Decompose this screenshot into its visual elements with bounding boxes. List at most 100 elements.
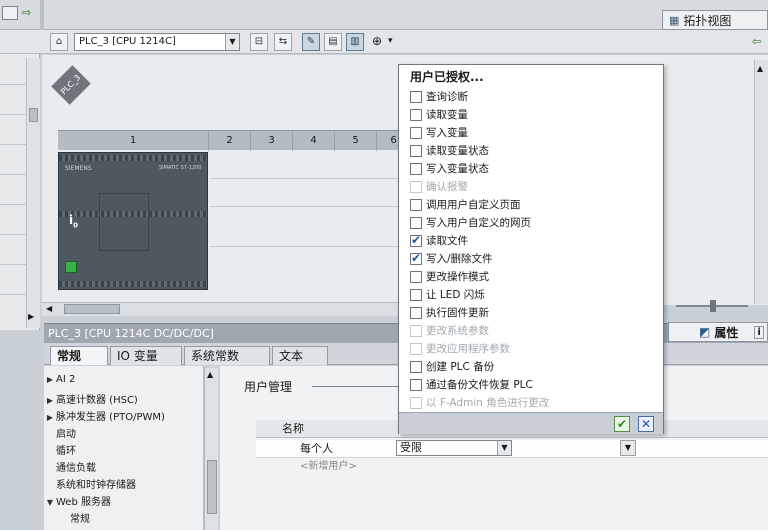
checkbox-checked[interactable] — [410, 251, 422, 265]
chevron-down-icon[interactable]: ▼ — [225, 34, 239, 50]
cpu-module[interactable]: SIEMENS SIMATIC S7-1200 i0 — [58, 152, 208, 290]
zoom-icon[interactable]: ⊕ — [372, 34, 382, 48]
tab-topology-view[interactable]: ▦ 拓扑视图 — [662, 10, 768, 30]
checkbox[interactable] — [410, 306, 422, 319]
user-name[interactable]: 每个人 — [300, 440, 333, 458]
zoom-knob[interactable] — [710, 300, 716, 312]
network-icon[interactable]: ⊟ — [250, 33, 268, 51]
permission-option[interactable]: 写入/删除文件 — [410, 250, 493, 267]
nav-tree-scrollbar[interactable]: ▲ — [204, 368, 218, 530]
device-selector-value: PLC_3 [CPU 1214C] — [79, 36, 176, 47]
scroll-up-icon[interactable]: ▲ — [757, 64, 763, 73]
properties-label: 属性 — [714, 325, 739, 340]
checkbox[interactable] — [410, 288, 422, 301]
table-row[interactable]: <新增用户> — [256, 458, 768, 476]
expand-arrow-icon[interactable]: ▶ — [44, 396, 56, 405]
scroll-thumb[interactable] — [29, 108, 38, 122]
permission-option[interactable]: 查询诊断 — [410, 88, 468, 105]
zoom-slider[interactable] — [670, 300, 754, 312]
scroll-right-icon[interactable]: ▶ — [28, 312, 34, 321]
checkbox[interactable] — [410, 162, 422, 175]
topology-icon: ▦ — [669, 13, 680, 27]
checkbox[interactable] — [410, 378, 422, 391]
scroll-thumb[interactable] — [207, 460, 217, 514]
nav-item[interactable]: 启动 — [44, 425, 76, 440]
sync-icon[interactable]: ⇆ — [274, 33, 292, 51]
column-header-name: 名称 — [282, 422, 304, 435]
checkbox-checked[interactable] — [410, 233, 422, 247]
rack-rail — [210, 206, 400, 207]
checkbox[interactable] — [410, 198, 422, 211]
nav-item[interactable]: ▶ 高速计数器 (HSC) — [44, 391, 138, 406]
permission-option[interactable]: 写入用户自定义的网页 — [410, 214, 531, 231]
nav-item[interactable]: ▶ AI 2 — [44, 374, 75, 385]
permission-option[interactable]: 读取变量 — [410, 106, 468, 123]
nav-item[interactable]: 循环 — [44, 442, 76, 457]
tab-properties[interactable]: ◩ 属性 i — [668, 322, 768, 342]
permission-option[interactable]: 写入变量 — [410, 124, 468, 141]
collapse-icon[interactable]: ⇦ — [752, 35, 761, 48]
cpu-cover — [99, 193, 149, 251]
permission-option: 以 F-Admin 角色进行更改 — [410, 394, 549, 411]
permission-option[interactable]: 更改操作模式 — [410, 268, 489, 285]
nav-item-web-server[interactable]: ▼ Web 服务器 — [44, 493, 111, 508]
nav-item[interactable]: 常规 — [58, 510, 90, 525]
tab-io-tags[interactable]: IO 变量 — [110, 346, 182, 365]
checkbox[interactable] — [410, 126, 422, 139]
scroll-thumb[interactable] — [64, 304, 120, 314]
tab-texts[interactable]: 文本 — [272, 346, 328, 365]
terminal-strip — [59, 155, 207, 161]
checkbox[interactable] — [410, 108, 422, 121]
export-icon[interactable]: ⇨ — [22, 6, 36, 20]
slot-number: 2 — [208, 131, 250, 151]
canvas-vertical-scrollbar[interactable]: ▲ — [754, 60, 768, 304]
scroll-up-icon[interactable]: ▲ — [207, 370, 213, 379]
list-view-icon[interactable] — [2, 6, 18, 20]
section-divider — [312, 386, 402, 387]
table-view-icon[interactable]: ▥ — [346, 33, 364, 51]
grid-icon[interactable]: ▤ — [324, 33, 342, 51]
device-icon[interactable]: ⌂ — [50, 33, 68, 51]
checkbox[interactable] — [410, 144, 422, 157]
nav-item[interactable]: 系统和时钟存储器 — [44, 476, 136, 491]
nav-item[interactable]: ▶ 脉冲发生器 (PTO/PWM) — [44, 408, 165, 423]
expand-arrow-icon[interactable]: ▶ — [44, 413, 56, 422]
permission-option[interactable]: 创建 PLC 备份 — [410, 358, 494, 375]
checkbox[interactable] — [410, 90, 422, 103]
expand-arrow-icon[interactable]: ▶ — [44, 375, 56, 384]
chevron-down-icon[interactable]: ▼ — [497, 441, 511, 455]
scroll-left-icon[interactable]: ◀ — [46, 304, 52, 313]
device-selector[interactable]: PLC_3 [CPU 1214C] ▼ — [74, 33, 240, 51]
permission-option: 确认报警 — [410, 178, 468, 195]
permission-option[interactable]: 调用用户自定义页面 — [410, 196, 521, 213]
slot-number: 4 — [292, 131, 334, 151]
cpu-brand: SIEMENS — [65, 165, 92, 172]
nav-item[interactable]: 通信负载 — [44, 459, 96, 474]
checkbox — [410, 342, 422, 355]
permission-option[interactable]: 读取文件 — [410, 232, 468, 249]
permission-option[interactable]: 读取变量状态 — [410, 142, 489, 159]
table-row[interactable]: 每个人 — [256, 440, 768, 458]
permission-option[interactable]: 写入变量状态 — [410, 160, 489, 177]
permission-option[interactable]: 让 LED 闪烁 — [410, 286, 485, 303]
permission-option[interactable]: 通过备份文件恢复 PLC — [410, 376, 533, 393]
checkbox[interactable] — [410, 270, 422, 283]
tab-system-constants[interactable]: 系统常数 — [184, 346, 270, 365]
cancel-x-icon[interactable]: ✕ — [638, 416, 654, 432]
access-rights-select[interactable]: 受限 ▼ — [396, 440, 512, 456]
checkbox — [410, 180, 422, 193]
tab-general[interactable]: 常规 — [50, 346, 108, 365]
permission-option[interactable]: 执行固件更新 — [410, 304, 489, 321]
edit-icon[interactable]: ✎ — [302, 33, 320, 51]
project-tree-scrollbar[interactable]: ▶ — [26, 58, 40, 328]
add-user-placeholder[interactable]: <新增用户> — [300, 458, 357, 476]
checkbox[interactable] — [410, 216, 422, 229]
chevron-down-icon[interactable]: ▼ — [620, 440, 636, 456]
collapse-arrow-icon[interactable]: ▼ — [44, 498, 56, 507]
info-icon[interactable]: i — [754, 325, 764, 339]
inspector-nav-tree: ▶ AI 2 ▶ 高速计数器 (HSC) ▶ 脉冲发生器 (PTO/PWM) 启动 循… — [44, 366, 204, 530]
pane-divider[interactable] — [40, 0, 44, 30]
zoom-dropdown-icon[interactable]: ▾ — [388, 36, 393, 46]
checkbox[interactable] — [410, 360, 422, 373]
confirm-check-icon[interactable]: ✔ — [614, 416, 630, 432]
